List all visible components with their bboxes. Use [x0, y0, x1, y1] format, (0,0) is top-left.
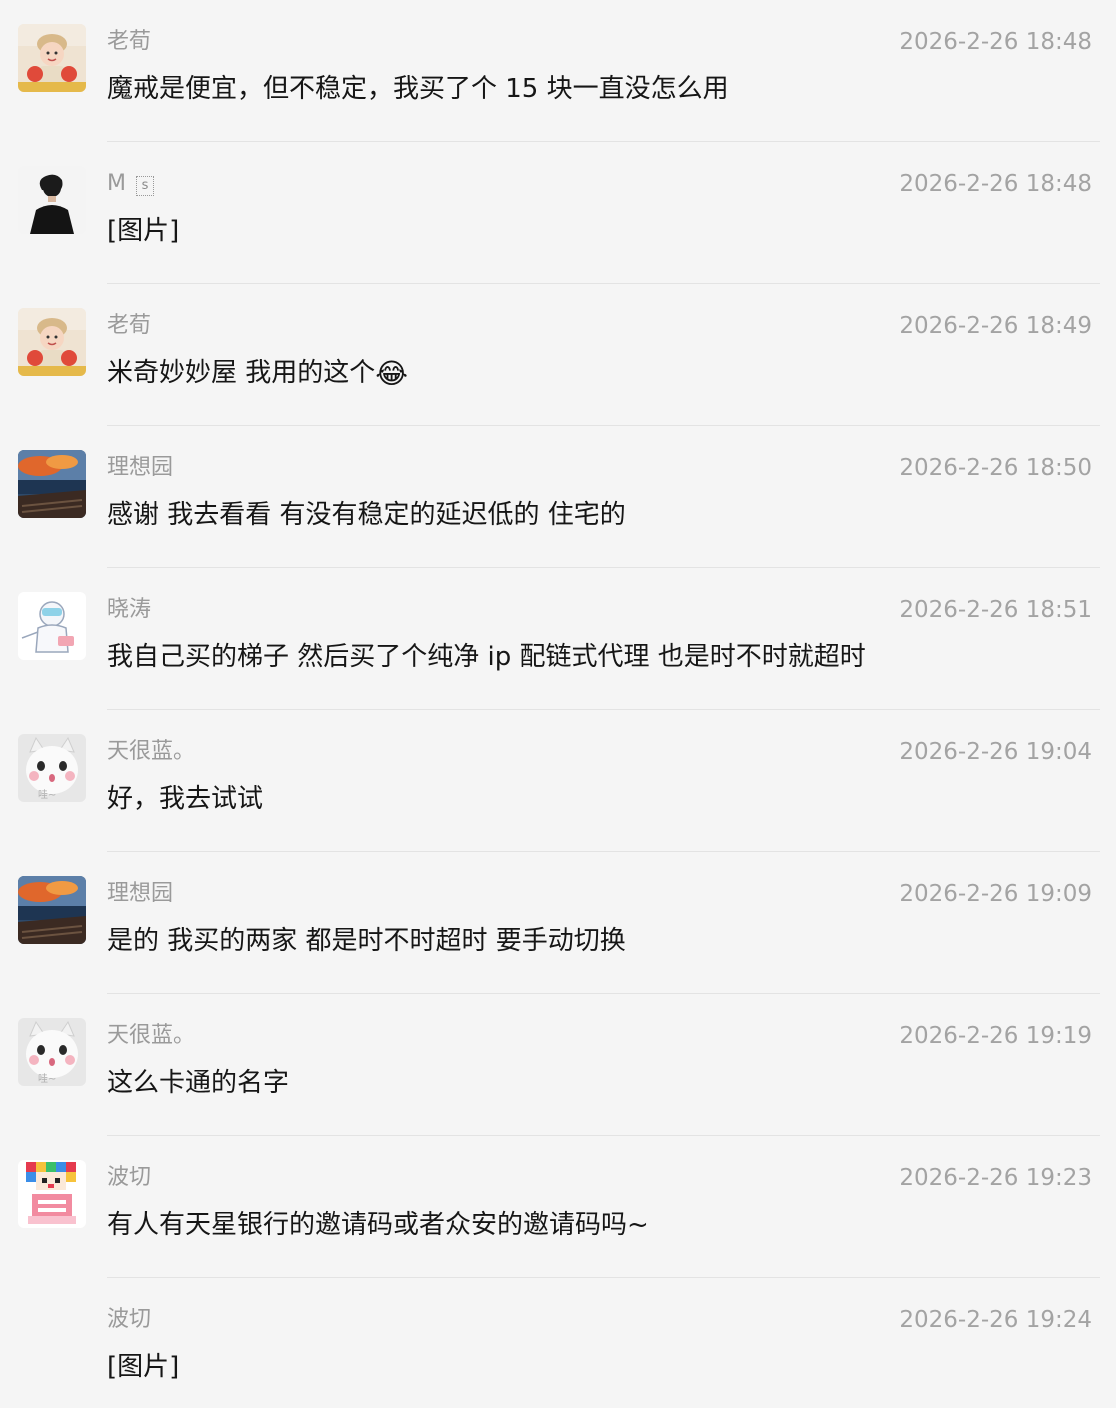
message-text: 有人有天星银行的邀请码或者众安的邀请码吗~ [107, 1210, 649, 1240]
avatar[interactable]: 哇~ [18, 1018, 86, 1086]
message-text: 魔戒是便宜，但不稳定，我买了个 15 块一直没怎么用 [107, 74, 729, 104]
message-item[interactable]: 理想园 2026-2-26 18:50 感谢 我去看看 有没有稳定的延迟低的 住… [0, 426, 1116, 568]
avatar[interactable] [18, 876, 86, 944]
message-list[interactable]: 老荀 2026-2-26 18:48 魔戒是便宜，但不稳定，我买了个 15 块一… [0, 0, 1116, 1408]
message-item[interactable]: Ms 2026-2-26 18:48 [图片] [0, 142, 1116, 284]
message-item[interactable]: 波切 2026-2-26 19:24 [图片] [0, 1278, 1116, 1408]
message-timestamp: 2026-2-26 19:23 [899, 1165, 1092, 1191]
sender-name[interactable]: 理想园 [107, 878, 173, 910]
message-timestamp: 2026-2-26 19:24 [899, 1307, 1092, 1333]
message-text[interactable]: [图片] [107, 212, 179, 250]
message-item[interactable]: 哇~ 天很蓝。 2026-2-26 19:04 好，我去试试 [0, 710, 1116, 852]
avatar[interactable] [18, 24, 86, 92]
sender-name[interactable]: 波切 [107, 1304, 151, 1336]
message-text: 感谢 我去看看 有没有稳定的延迟低的 住宅的 [107, 500, 626, 530]
avatar[interactable] [18, 166, 86, 234]
silhouette-avatar-icon [18, 166, 86, 234]
message-timestamp: 2026-2-26 18:49 [899, 313, 1092, 339]
cat-avatar-icon: 哇~ [18, 734, 86, 802]
message-timestamp: 2026-2-26 18:48 [899, 29, 1092, 55]
message-text: 这么卡通的名字 [107, 1068, 290, 1098]
sender-name[interactable]: 天很蓝。 [107, 736, 195, 768]
message-item[interactable]: 波切 2026-2-26 19:23 有人有天星银行的邀请码或者众安的邀请码吗~ [0, 1136, 1116, 1278]
sender-name[interactable]: 晓涛 [107, 594, 151, 626]
avatar[interactable] [18, 592, 86, 660]
message-item[interactable]: 老荀 2026-2-26 18:48 魔戒是便宜，但不稳定，我买了个 15 块一… [0, 0, 1116, 142]
message-timestamp: 2026-2-26 18:50 [899, 455, 1092, 481]
avatar[interactable] [18, 1160, 86, 1228]
message-text: 好，我去试试 [107, 784, 264, 814]
landscape-avatar-icon [18, 876, 86, 944]
pixel-avatar-icon [18, 1160, 86, 1228]
message-text: 是的 我买的两家 都是时不时超时 要手动切换 [107, 926, 626, 956]
avatar[interactable]: 哇~ [18, 734, 86, 802]
sender-name[interactable]: 理想园 [107, 452, 173, 484]
sender-name[interactable]: 天很蓝。 [107, 1020, 195, 1052]
cat-avatar-icon: 哇~ [18, 1018, 86, 1086]
message-item[interactable]: 理想园 2026-2-26 19:09 是的 我买的两家 都是时不时超时 要手动… [0, 852, 1116, 994]
message-timestamp: 2026-2-26 18:51 [899, 597, 1092, 623]
girl-avatar-icon [18, 308, 86, 376]
message-item[interactable]: 哇~ 天很蓝。 2026-2-26 19:19 这么卡通的名字 [0, 994, 1116, 1136]
message-timestamp: 2026-2-26 18:48 [899, 171, 1092, 197]
message-text: 我自己买的梯子 然后买了个纯净 ip 配链式代理 也是时不时就超时 [107, 642, 866, 672]
message-text: 米奇妙妙屋 我用的这个😂 [107, 357, 408, 390]
sender-name[interactable]: Ms [107, 168, 154, 200]
girl-avatar-icon [18, 24, 86, 92]
message-text[interactable]: [图片] [107, 1348, 179, 1386]
avatar[interactable] [18, 308, 86, 376]
laughing-emoji-icon: 😂 [375, 357, 408, 390]
cartoon-avatar-icon [18, 592, 86, 660]
message-timestamp: 2026-2-26 19:19 [899, 1023, 1092, 1049]
message-item[interactable]: 老荀 2026-2-26 18:49 米奇妙妙屋 我用的这个😂 [0, 284, 1116, 426]
message-timestamp: 2026-2-26 19:09 [899, 881, 1092, 907]
message-timestamp: 2026-2-26 19:04 [899, 739, 1092, 765]
sender-tag: s [135, 176, 154, 196]
avatar[interactable] [18, 450, 86, 518]
sender-name[interactable]: 波切 [107, 1162, 151, 1194]
landscape-avatar-icon [18, 450, 86, 518]
sender-name[interactable]: 老荀 [107, 26, 151, 58]
message-item[interactable]: 晓涛 2026-2-26 18:51 我自己买的梯子 然后买了个纯净 ip 配链… [0, 568, 1116, 710]
sender-name[interactable]: 老荀 [107, 310, 151, 342]
avatar-caption: 哇~ [38, 1072, 56, 1085]
avatar-caption: 哇~ [38, 788, 56, 801]
